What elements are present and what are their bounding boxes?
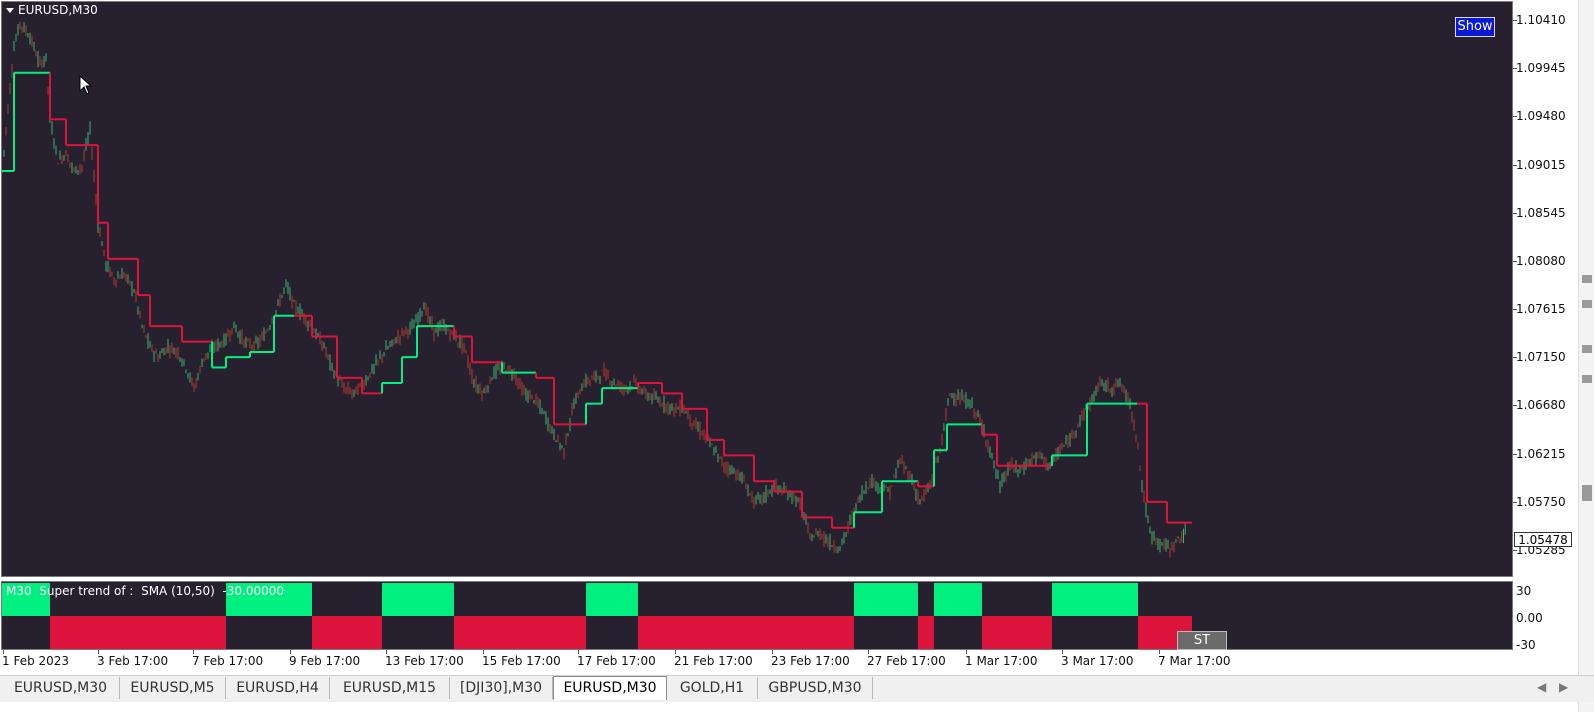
price-axis-label: 1.09015 (1516, 157, 1566, 172)
current-price-label: 1.05478 (1514, 532, 1572, 547)
price-axis-label: 1.09945 (1516, 61, 1566, 76)
tab-active[interactable]: EURUSD,M30 (553, 676, 667, 700)
price-axis-label: 1.05750 (1516, 494, 1566, 509)
time-axis-label: 21 Feb 17:00 (674, 654, 753, 668)
trend-bar-up (382, 583, 454, 616)
tab[interactable]: EURUSD,M30 (2, 677, 120, 699)
time-axis-label: 27 Feb 17:00 (867, 654, 946, 668)
st-button[interactable]: ST (1177, 631, 1227, 650)
time-axis-label: 3 Mar 17:00 (1061, 654, 1134, 668)
trend-bar-down (50, 616, 226, 649)
time-axis-label: 15 Feb 17:00 (482, 654, 561, 668)
time-axis-label: 13 Feb 17:00 (385, 654, 464, 668)
trend-bar-up (1052, 583, 1138, 616)
time-axis-label: 7 Mar 17:00 (1158, 654, 1231, 668)
vertical-scrollbar[interactable] (1578, 0, 1594, 712)
indicator-axis-label: -30 (1516, 638, 1536, 652)
price-axis[interactable] (1513, 0, 1577, 580)
mouse-cursor-icon (79, 75, 93, 95)
time-axis-label: 17 Feb 17:00 (577, 654, 656, 668)
scrollbar-thumb[interactable] (1582, 375, 1592, 383)
tab[interactable]: EURUSD,M5 (120, 677, 226, 699)
indicator-label: M30 Super trend of : SMA (10,50) -30.000… (6, 584, 284, 598)
time-axis-label: 9 Feb 17:00 (289, 654, 361, 668)
tab-scroll-right-icon[interactable]: ▶ (1559, 680, 1568, 694)
trend-bar-up (586, 583, 638, 616)
trend-bar-down (918, 616, 934, 649)
price-axis-label: 1.07615 (1516, 302, 1566, 317)
tab-scroll-left-icon[interactable]: ◀ (1537, 680, 1546, 694)
show-button[interactable]: Show (1455, 17, 1495, 37)
time-axis-label: 1 Mar 17:00 (965, 654, 1038, 668)
symbol-title[interactable]: EURUSD,M30 (6, 3, 98, 17)
tab[interactable]: EURUSD,M15 (330, 677, 450, 699)
scrollbar-thumb[interactable] (1582, 300, 1592, 308)
price-axis-label: 1.06215 (1516, 446, 1566, 461)
price-axis-label: 1.10410 (1516, 13, 1566, 27)
price-axis-label: 1.06680 (1516, 398, 1566, 413)
trend-bar-up (934, 583, 982, 616)
tab[interactable]: EURUSD,H4 (226, 677, 330, 699)
time-axis-label: 7 Feb 17:00 (192, 654, 264, 668)
trend-bar-down (454, 616, 586, 649)
indicator-axis-label: 30 (1516, 584, 1532, 598)
tab[interactable]: GOLD,H1 (667, 677, 758, 699)
trend-bar-up (854, 583, 918, 616)
trend-bar-down (638, 616, 854, 649)
chart-window[interactable]: EURUSD,M30 Show M30 Super trend of : SMA… (0, 0, 1594, 712)
time-axis-label: 3 Feb 17:00 (97, 654, 169, 668)
price-axis-label: 1.08545 (1516, 205, 1566, 220)
tab[interactable]: GBPUSD,M30 (758, 677, 873, 699)
dropdown-arrow-icon[interactable] (6, 8, 14, 13)
price-axis-label: 1.07150 (1516, 350, 1566, 365)
price-axis-label: 1.09480 (1516, 109, 1566, 124)
trend-bar-down (312, 616, 382, 649)
time-axis-label: 23 Feb 17:00 (771, 654, 850, 668)
price-axis-label: 1.08080 (1516, 253, 1566, 268)
scrollbar-thumb[interactable] (1582, 275, 1592, 283)
price-chart-svg (1, 21, 1192, 649)
indicator-axis-label: 0.00 (1516, 611, 1543, 625)
scrollbar-thumb[interactable] (1582, 345, 1592, 353)
scrollbar-thumb[interactable] (1582, 485, 1592, 501)
symbol-title-text: EURUSD,M30 (18, 3, 98, 17)
tab[interactable]: [DJI30],M30 (450, 677, 553, 699)
time-axis-label: 1 Feb 2023 (2, 654, 70, 668)
trend-bar-down (982, 616, 1052, 649)
